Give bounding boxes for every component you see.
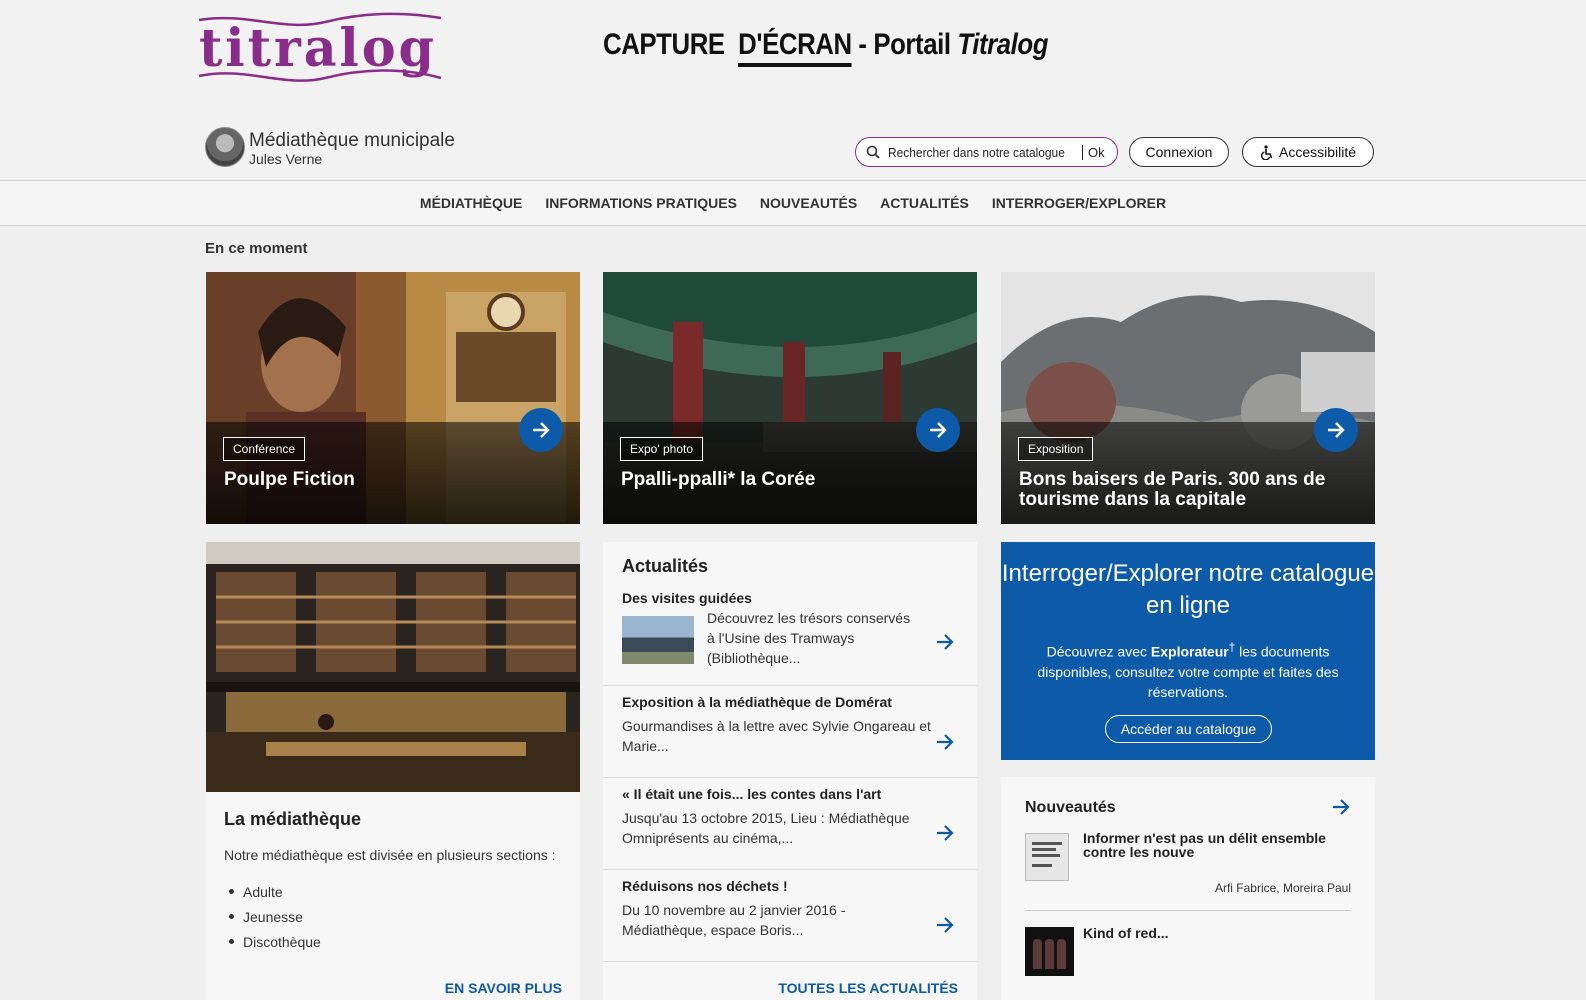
main-nav: MÉDIATHÈQUE INFORMATIONS PRATIQUES NOUVE… — [0, 180, 1586, 226]
titralog-logo[interactable]: titralog — [195, 10, 445, 90]
card-tag: Exposition — [1018, 437, 1094, 461]
nav-item-actualites[interactable]: ACTUALITÉS — [880, 195, 969, 211]
nav-item-mediatheque[interactable]: MÉDIATHÈQUE — [420, 195, 522, 211]
novelty-title[interactable]: Informer n'est pas un délit ensemble con… — [1083, 831, 1343, 859]
arrow-right-icon — [930, 422, 947, 438]
novelty-authors: Arfi Fabrice, Moreira Paul — [1214, 881, 1351, 895]
arrow-right-icon[interactable] — [936, 734, 955, 750]
arrow-right-icon[interactable] — [936, 634, 955, 650]
card-arrow-button[interactable] — [916, 408, 960, 452]
arrow-right-icon[interactable] — [936, 917, 955, 933]
accessibility-button[interactable]: Accessibilité — [1242, 137, 1374, 167]
news-item[interactable]: Exposition à la médiathèque de Domérat G… — [603, 686, 977, 778]
login-button[interactable]: Connexion — [1129, 137, 1229, 167]
divider — [1025, 910, 1351, 911]
mediatheque-panel: La médiathèque Notre médiathèque est div… — [206, 542, 580, 1000]
wheelchair-icon — [1260, 144, 1273, 160]
list-item: Jeunesse — [229, 904, 321, 929]
mediatheque-title: La médiathèque — [224, 809, 362, 829]
nav-item-nouveautes[interactable]: NOUVEAUTÉS — [760, 195, 857, 211]
album-cover[interactable] — [1025, 927, 1074, 976]
library-photo — [206, 542, 580, 792]
search-icon — [866, 145, 880, 159]
search-input[interactable]: Rechercher dans notre catalogue — [888, 145, 1065, 160]
book-cover[interactable] — [1025, 833, 1069, 881]
news-item[interactable]: « Il était une fois... les contes dans l… — [603, 778, 977, 870]
card-tag: Expo' photo — [620, 437, 704, 461]
news-item-title: Des visites guidées — [622, 590, 752, 606]
news-thumbnail — [622, 616, 694, 664]
arrow-right-icon[interactable] — [1332, 799, 1351, 815]
explore-text: Découvrez avec Explorateur† les document… — [1037, 641, 1339, 700]
sections-list: Adulte Jeunesse Discothèque — [229, 879, 321, 954]
news-item-title: Réduisons nos déchets ! — [622, 878, 788, 894]
card-arrow-button[interactable] — [519, 408, 563, 452]
featured-card[interactable]: Expo' photo Ppalli-ppalli* la Corée — [603, 272, 977, 524]
news-item[interactable]: Réduisons nos déchets ! Du 10 novembre a… — [603, 870, 977, 962]
news-panel: Actualités Des visites guidées Découvrez… — [603, 542, 977, 1000]
avatar — [205, 127, 245, 167]
catalogue-button[interactable]: Accéder au catalogue — [1105, 715, 1272, 743]
learn-more-link[interactable]: EN SAVOIR PLUS — [445, 980, 562, 996]
news-item-desc: Jusqu'au 13 octobre 2015, Lieu : Médiath… — [622, 810, 910, 846]
nav-item-interroger-explorer[interactable]: INTERROGER/EXPLORER — [992, 195, 1166, 211]
site-subtitle: Jules Verne — [249, 151, 323, 167]
accessibility-label: Accessibilité — [1278, 144, 1357, 160]
page-caption: CAPTURE D'ÉCRAN - Portail Titralog — [603, 28, 1048, 67]
featured-card[interactable]: Conférence Poulpe Fiction — [206, 272, 580, 524]
all-news-link[interactable]: TOUTES LES ACTUALITÉS — [778, 980, 958, 996]
news-title: Actualités — [622, 556, 709, 576]
featured-card[interactable]: Exposition Bons baisers de Paris. 300 an… — [1001, 272, 1375, 524]
card-title[interactable]: Poulpe Fiction — [224, 470, 552, 490]
section-title: En ce moment — [205, 240, 308, 257]
explorateur-brand: Explorateur — [1150, 643, 1229, 660]
mediatheque-intro: Notre médiathèque est divisée en plusieu… — [224, 847, 556, 863]
news-item-desc: Découvrez les trésors conservés à l'Usin… — [707, 610, 911, 666]
explore-panel: Interroger/Explorer notre catalogue en l… — [1001, 542, 1375, 760]
card-title[interactable]: Bons baisers de Paris. 300 ans de touris… — [1019, 470, 1347, 510]
site-name[interactable]: Médiathèque municipale — [249, 131, 455, 150]
search-submit-button[interactable]: Ok — [1088, 145, 1105, 160]
novelties-title: Nouveautés — [1025, 799, 1116, 816]
novelty-title[interactable]: Kind of red... — [1083, 925, 1169, 941]
arrow-right-icon — [1328, 422, 1345, 438]
card-title[interactable]: Ppalli-ppalli* la Corée — [621, 470, 949, 490]
news-item-desc: Du 10 novembre au 2 janvier 2016 - Média… — [622, 902, 846, 938]
svg-text:titralog: titralog — [199, 18, 437, 79]
news-item-desc: Gourmandises à la lettre avec Sylvie Ong… — [622, 718, 931, 754]
arrow-right-icon — [533, 422, 550, 438]
news-item[interactable]: Des visites guidées Découvrez les trésor… — [603, 582, 977, 686]
news-item-title: Exposition à la médiathèque de Domérat — [622, 694, 892, 710]
news-item-title: « Il était une fois... les contes dans l… — [622, 786, 882, 802]
list-item: Adulte — [229, 879, 321, 904]
search-separator — [1082, 145, 1083, 160]
search-bar[interactable]: Rechercher dans notre catalogue Ok — [855, 137, 1118, 167]
nav-item-informations-pratiques[interactable]: INFORMATIONS PRATIQUES — [545, 195, 737, 211]
card-tag: Conférence — [223, 437, 306, 461]
list-item: Discothèque — [229, 929, 321, 954]
card-arrow-button[interactable] — [1314, 408, 1358, 452]
novelties-panel: Nouveautés Informer n'est pas un délit e… — [1001, 777, 1375, 1000]
arrow-right-icon[interactable] — [936, 825, 955, 841]
explore-title: Interroger/Explorer notre catalogue en l… — [1001, 560, 1375, 619]
